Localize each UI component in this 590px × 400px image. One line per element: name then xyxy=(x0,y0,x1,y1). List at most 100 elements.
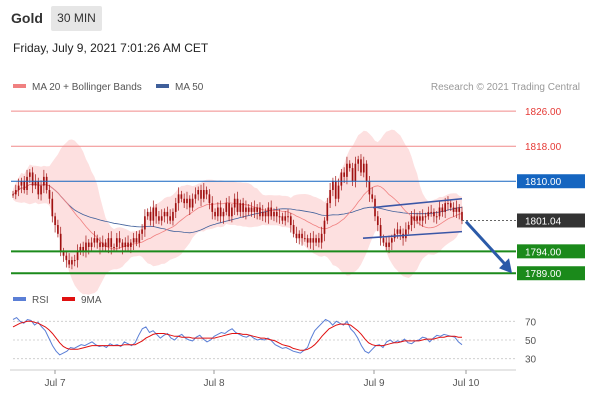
candle-body xyxy=(343,172,345,177)
candle-body xyxy=(166,211,169,217)
candle-body xyxy=(259,207,261,217)
candle-body xyxy=(54,216,56,226)
candle-body xyxy=(20,181,23,186)
candle-body xyxy=(245,207,247,212)
ma50-legend-label: MA 50 xyxy=(175,82,204,93)
candle-body xyxy=(96,238,99,243)
candle-body xyxy=(304,238,306,240)
candle-body xyxy=(416,216,418,221)
last-price-level-label: 1801.04 xyxy=(525,216,562,227)
candle-body xyxy=(405,229,407,239)
candle-body xyxy=(337,185,340,199)
candle-body xyxy=(351,168,354,182)
candle-body xyxy=(281,216,284,221)
candle-body xyxy=(312,238,315,243)
rsi-tick-label: 30 xyxy=(525,355,537,366)
candle-body xyxy=(146,211,149,217)
candle-body xyxy=(222,211,225,217)
candle-body xyxy=(329,190,331,204)
candle-body xyxy=(438,207,441,217)
candle-body xyxy=(76,251,79,261)
candle-body xyxy=(90,242,93,247)
candle-body xyxy=(340,172,343,186)
candle-body xyxy=(323,220,326,234)
candle-body xyxy=(124,242,127,247)
candle-body xyxy=(191,198,194,208)
candle-body xyxy=(242,203,244,212)
candle-body xyxy=(34,181,37,186)
candle-body xyxy=(264,211,267,217)
candle-body xyxy=(188,198,191,208)
candle-body xyxy=(101,242,104,247)
candle-body xyxy=(419,216,421,221)
candle-body xyxy=(23,181,26,190)
candle-body xyxy=(71,260,73,265)
candle-body xyxy=(57,225,59,234)
candle-body xyxy=(225,203,228,212)
candle-body xyxy=(430,211,432,213)
rsi-ma-legend-label: 9MA xyxy=(81,295,102,306)
candle-body xyxy=(144,216,146,230)
candle-body xyxy=(287,216,289,218)
candle-body xyxy=(309,238,312,243)
candle-body xyxy=(26,176,28,190)
candle-body xyxy=(413,216,416,221)
candle-body xyxy=(236,198,239,212)
price-panel xyxy=(12,129,463,295)
candle-body xyxy=(362,163,365,173)
candle-body xyxy=(447,203,449,205)
candle-body xyxy=(127,242,129,247)
candle-body xyxy=(169,216,171,221)
candle-body xyxy=(239,203,242,212)
x-axis: Jul 7 Jul 8 Jul 9 Jul 10 xyxy=(10,369,516,389)
candle-body xyxy=(194,194,197,199)
forecast-arrow-shaft xyxy=(464,220,508,267)
candle-body xyxy=(357,159,360,164)
candle-body xyxy=(376,216,379,226)
candle-body xyxy=(104,242,107,247)
candle-body xyxy=(424,216,427,218)
candle-body xyxy=(267,207,270,217)
candle-body xyxy=(48,190,51,199)
candle-body xyxy=(371,194,374,199)
candle-body xyxy=(211,203,214,212)
candle-body xyxy=(205,190,208,195)
candle-body xyxy=(160,216,163,221)
candle-body xyxy=(289,216,292,226)
candle-body xyxy=(31,172,34,186)
candle-body xyxy=(318,238,320,243)
candle-body xyxy=(270,207,273,217)
candle-body xyxy=(382,238,385,243)
candle-body xyxy=(85,242,87,252)
candle-body xyxy=(388,242,390,247)
candle-body xyxy=(40,185,42,195)
candle-body xyxy=(284,216,287,221)
candle-body xyxy=(306,238,309,243)
rsi-line xyxy=(12,316,463,356)
copyright-text: Research © 2021 Trading Central xyxy=(431,82,580,93)
chart-widget: Gold 30 MIN Friday, July 9, 2021 7:01:26… xyxy=(0,0,590,400)
rsi-ma-legend-swatch xyxy=(62,297,75,301)
candle-body xyxy=(421,216,424,221)
candle-body xyxy=(346,163,348,177)
candle-body xyxy=(172,211,174,221)
candle-body xyxy=(73,260,76,262)
candle-body xyxy=(174,203,177,212)
candle-body xyxy=(37,181,40,195)
candle-body xyxy=(228,203,230,217)
candle-body xyxy=(348,163,351,169)
candle-body xyxy=(332,181,334,190)
ma50-legend-swatch xyxy=(156,84,169,88)
support-level-label: 1789.00 xyxy=(525,269,562,280)
candle-body xyxy=(458,207,461,212)
rsi-legend-label: RSI xyxy=(32,295,49,306)
candle-body xyxy=(107,238,110,247)
resistance-level-label: 1826.00 xyxy=(525,107,562,118)
ma20-legend-label: MA 20 + Bollinger Bands xyxy=(32,82,142,93)
candle-body xyxy=(135,238,138,243)
support-level-label: 1794.00 xyxy=(525,247,562,258)
candle-body xyxy=(87,242,90,247)
candle-body xyxy=(121,242,124,247)
candle-body xyxy=(320,233,323,243)
candle-body xyxy=(256,207,258,212)
